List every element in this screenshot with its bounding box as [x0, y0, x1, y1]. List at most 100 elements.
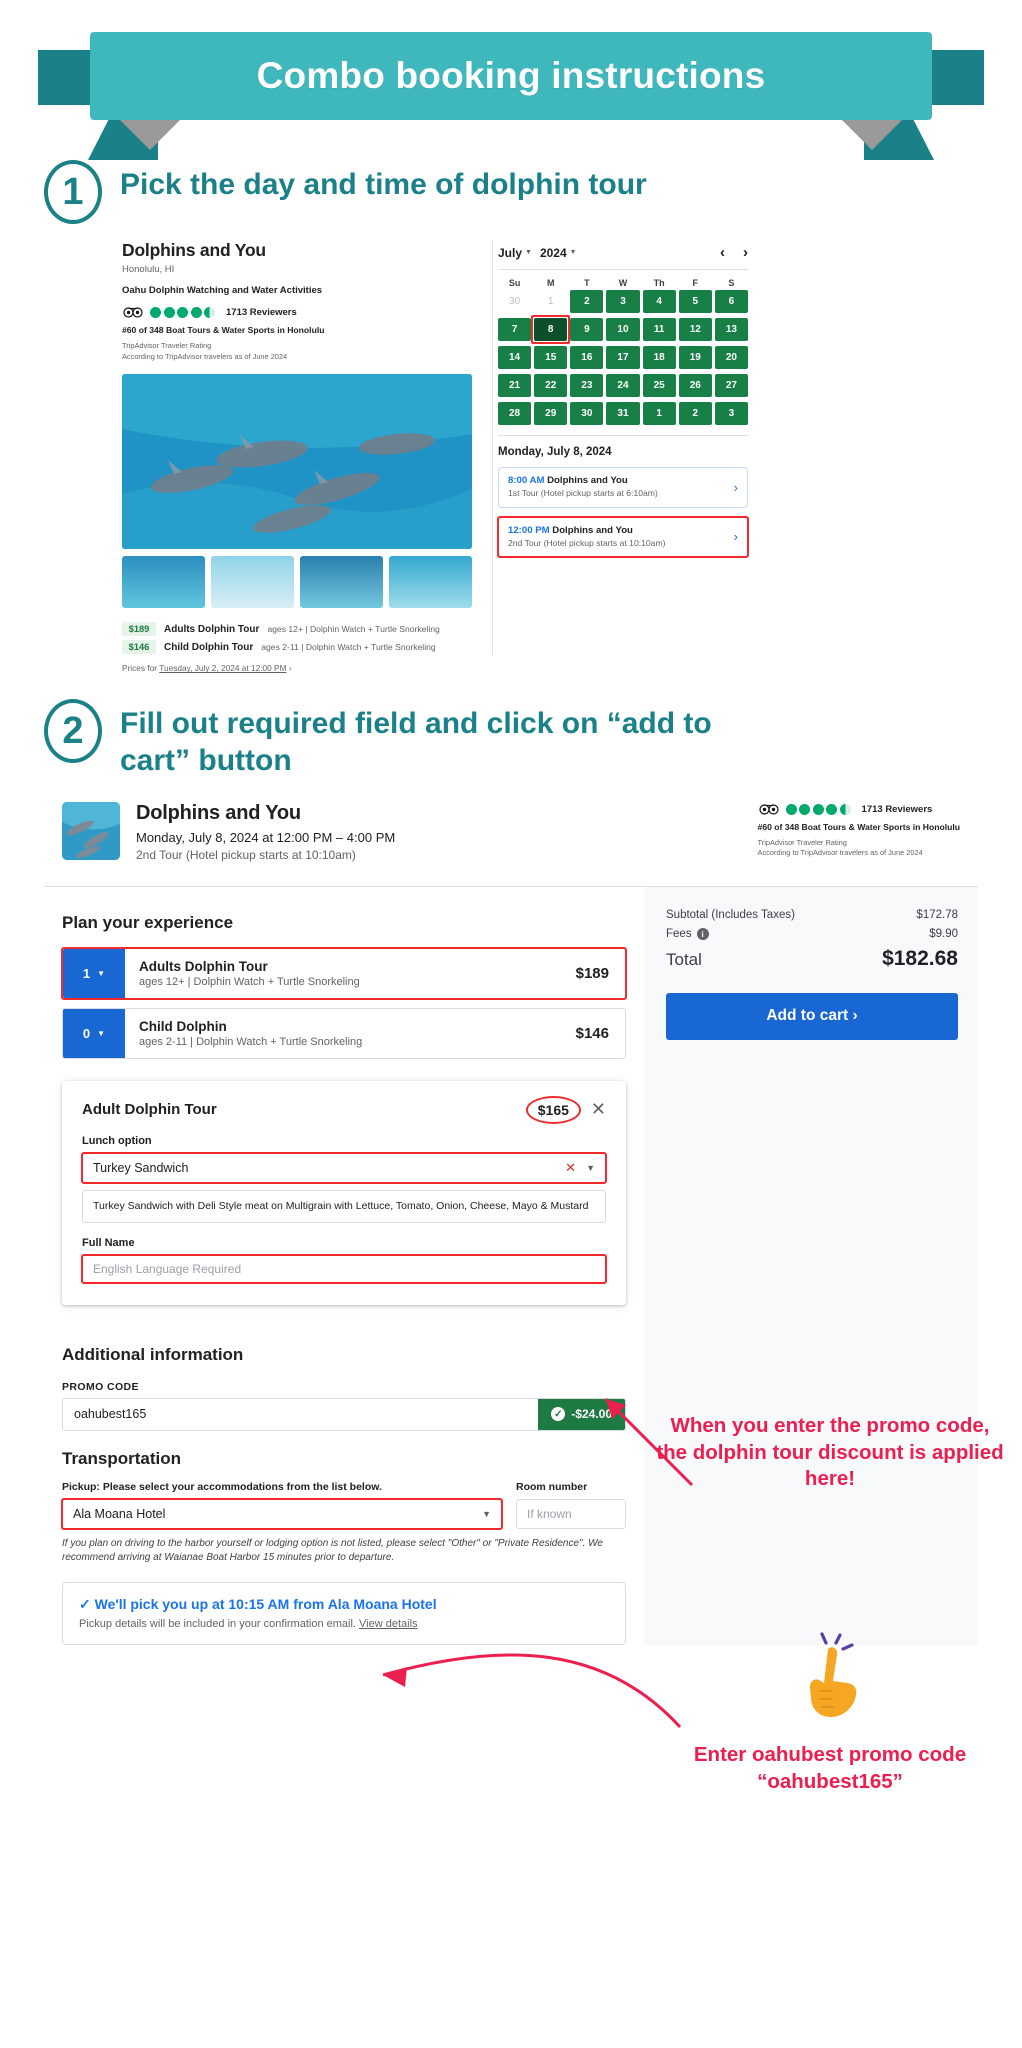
calendar-day[interactable]: 17 [606, 346, 640, 369]
calendar-day[interactable]: 1 [642, 402, 676, 425]
calendar-day[interactable]: 10 [606, 318, 640, 341]
tour-thumbnail[interactable] [62, 801, 120, 860]
pickup-value: Ala Moana Hotel [73, 1506, 166, 1521]
add-to-cart-button[interactable]: Add to cart › [666, 992, 958, 1040]
calendar-day[interactable]: 23 [570, 374, 604, 397]
banner: Combo booking instructions [0, 0, 1022, 160]
annotation-arrow-to-promo-icon [382, 1653, 682, 1729]
rating-source-line2: According to TripAdvisor travelers as of… [122, 351, 288, 361]
calendar-day[interactable]: 25 [642, 374, 676, 397]
calendar-prev-button[interactable]: ‹ [720, 244, 725, 261]
room-number-input[interactable]: If known [516, 1498, 626, 1529]
info-icon[interactable]: i [696, 927, 709, 940]
pickup-confirmation-text: Pickup details will be included in your … [79, 1617, 360, 1630]
calendar-day[interactable]: 18 [642, 346, 676, 369]
calendar-panel: July ▼ 2024 ▼ ‹ › Su M T W Th F S 30 1 2… [497, 240, 749, 673]
thumbnail-2[interactable] [211, 556, 294, 609]
pickup-row: Pickup: Please select your accommodation… [61, 1480, 626, 1530]
calendar-day[interactable]: 21 [498, 374, 532, 397]
calendar-day[interactable]: 7 [498, 318, 532, 341]
calendar-day[interactable]: 30 [498, 290, 531, 313]
calendar-dow: Su [508, 278, 521, 288]
price-row: $189 Adults Dolphin Tour ages 12+ | Dolp… [122, 622, 472, 637]
prices-for-line: Prices for Tuesday, July 2, 2024 at 12:0… [122, 663, 472, 673]
calendar-day[interactable]: 5 [678, 290, 712, 313]
quantity-stepper-adults[interactable]: 1 ▼ [63, 948, 125, 998]
calendar-month-select[interactable]: July ▼ [498, 246, 532, 260]
calendar-next-button[interactable]: › [743, 244, 748, 261]
calendar-day-selected[interactable]: 8 [534, 318, 568, 341]
promo-code-field[interactable]: oahubest165 ✓ -$24.00 [62, 1397, 626, 1431]
calendar-dow: S [728, 278, 735, 288]
calendar-day[interactable]: 3 [606, 290, 640, 313]
transportation-title: Transportation [62, 1448, 182, 1468]
calendar-day[interactable]: 29 [534, 402, 568, 425]
calendar-day[interactable]: 4 [642, 290, 676, 313]
chevron-down-icon: ▼ [97, 968, 106, 978]
calendar-day[interactable]: 6 [714, 290, 748, 313]
calendar-day[interactable]: 31 [606, 402, 640, 425]
step-1-screenshot: Dolphins and You Honolulu, HI Oahu Dolph… [122, 240, 992, 673]
calendar-day[interactable]: 11 [642, 318, 676, 341]
calendar-day[interactable]: 9 [570, 318, 604, 341]
calendar-day[interactable]: 22 [534, 374, 568, 397]
promo-code-label: PROMO CODE [62, 1380, 139, 1393]
ticket-desc: ages 2-11 | Dolphin Watch + Turtle Snork… [139, 1035, 363, 1048]
pickup-select[interactable]: Ala Moana Hotel ▼ [61, 1497, 503, 1530]
close-icon[interactable]: ✕ [591, 1099, 606, 1120]
tour-rank: #60 of 348 Boat Tours & Water Sports in … [757, 821, 960, 832]
clear-icon[interactable]: ✕ [565, 1160, 576, 1176]
promo-discount-value: -$24.00 [571, 1407, 612, 1422]
lunch-option-description: Turkey Sandwich with Deli Style meat on … [82, 1189, 606, 1223]
full-name-input[interactable]: English Language Required [81, 1253, 607, 1284]
price-amount: $189 [122, 622, 156, 637]
time-slot-title: 8:00 AM Dolphins and You [508, 475, 728, 486]
calendar-day[interactable]: 19 [678, 346, 712, 369]
ticket-row-adults[interactable]: 1 ▼ Adults Dolphin Tour ages 12+ | Dolph… [61, 946, 627, 1000]
calendar-day[interactable]: 2 [678, 402, 712, 425]
calendar-day[interactable]: 24 [606, 374, 640, 397]
booking-sub: 2nd Tour (Hotel pickup starts at 10:10am… [136, 847, 356, 862]
room-number-label: Room number [516, 1480, 588, 1493]
calendar-day[interactable]: 16 [570, 346, 604, 369]
calendar-day[interactable]: 26 [678, 374, 712, 397]
check-icon: ✓ [551, 1407, 566, 1422]
calendar-day[interactable]: 27 [714, 374, 748, 397]
rating-dot-half [839, 803, 851, 815]
view-details-link[interactable]: View details [359, 1618, 418, 1630]
banner-title: Combo booking instructions [256, 55, 766, 96]
calendar-dow: W [618, 278, 628, 288]
ticket-row-child[interactable]: 0 ▼ Child Dolphin ages 2-11 | Dolphin Wa… [62, 1007, 626, 1059]
calendar-year-select[interactable]: 2024 ▼ [540, 246, 577, 260]
thumbnail-1[interactable] [122, 556, 205, 609]
calendar-day[interactable]: 3 [714, 402, 748, 425]
promo-code-input[interactable]: oahubest165 [63, 1399, 538, 1430]
calendar-day[interactable]: 20 [714, 346, 748, 369]
lunch-option-select[interactable]: Turkey Sandwich ✕ ▼ [81, 1151, 607, 1184]
step-1-number: 1 [44, 160, 102, 224]
calendar-day[interactable]: 15 [534, 346, 568, 369]
calendar-day[interactable]: 13 [714, 318, 748, 341]
tour-city: Honolulu, HI [122, 264, 175, 275]
step-2-title: Fill out required field and click on “ad… [120, 707, 712, 778]
time-slot-1[interactable]: 8:00 AM Dolphins and You 1st Tour (Hotel… [498, 467, 748, 508]
time-slot-2[interactable]: 12:00 PM Dolphins and You 2nd Tour (Hote… [497, 515, 749, 559]
thumbnail-4[interactable] [389, 556, 472, 609]
calendar-day[interactable]: 30 [570, 402, 604, 425]
booking-tour-name: Dolphins and You [136, 801, 301, 824]
calendar-day[interactable]: 1 [534, 290, 567, 313]
calendar-day[interactable]: 28 [498, 402, 532, 425]
calendar-day[interactable]: 12 [678, 318, 712, 341]
prices-for-link[interactable]: Tuesday, July 2, 2024 at 12:00 PM [159, 663, 286, 673]
calendar-dow: Th [653, 278, 665, 288]
detail-card-price: $165 [525, 1095, 581, 1124]
thumbnail-3[interactable] [300, 556, 383, 609]
calendar-day[interactable]: 14 [498, 346, 532, 369]
total-row: Total $182.68 [666, 947, 958, 971]
lunch-option-label: Lunch option [82, 1134, 152, 1147]
pickup-confirmation-title: ✓ We'll pick you up at 10:15 AM from Ala… [79, 1595, 437, 1612]
calendar-divider [498, 269, 748, 270]
hero-photo-dolphins[interactable] [122, 374, 472, 550]
calendar-day[interactable]: 2 [570, 290, 604, 313]
quantity-stepper-child[interactable]: 0 ▼ [63, 1008, 125, 1058]
